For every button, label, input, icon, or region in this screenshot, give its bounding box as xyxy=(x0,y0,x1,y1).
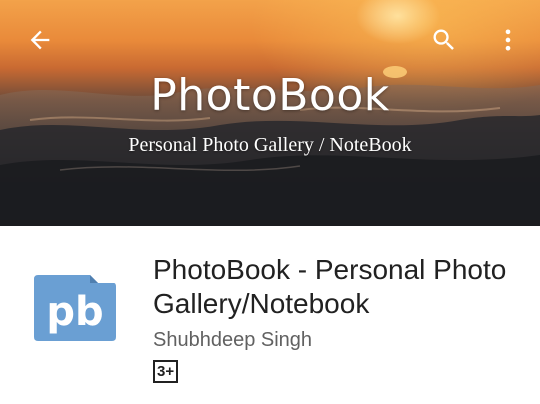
search-icon xyxy=(433,29,454,50)
back-button[interactable] xyxy=(20,20,60,60)
app-icon: pb xyxy=(32,273,118,343)
more-options-button[interactable] xyxy=(488,20,528,60)
app-title: PhotoBook - Personal Photo Gallery/Noteb… xyxy=(153,254,507,319)
content-rating-badge: 3+ xyxy=(153,360,179,383)
search-button[interactable] xyxy=(424,20,464,60)
feature-banner: PhotoBook Personal Photo Gallery / NoteB… xyxy=(0,0,540,226)
app-icon-text: pb xyxy=(46,289,103,335)
banner-subtitle: Personal Photo Gallery / NoteBook xyxy=(128,134,412,156)
banner-title: PhotoBook xyxy=(150,70,390,121)
developer-link[interactable]: Shubhdeep Singh xyxy=(153,329,312,352)
arrow-back-icon xyxy=(30,30,50,50)
more-vert-icon xyxy=(505,29,511,51)
